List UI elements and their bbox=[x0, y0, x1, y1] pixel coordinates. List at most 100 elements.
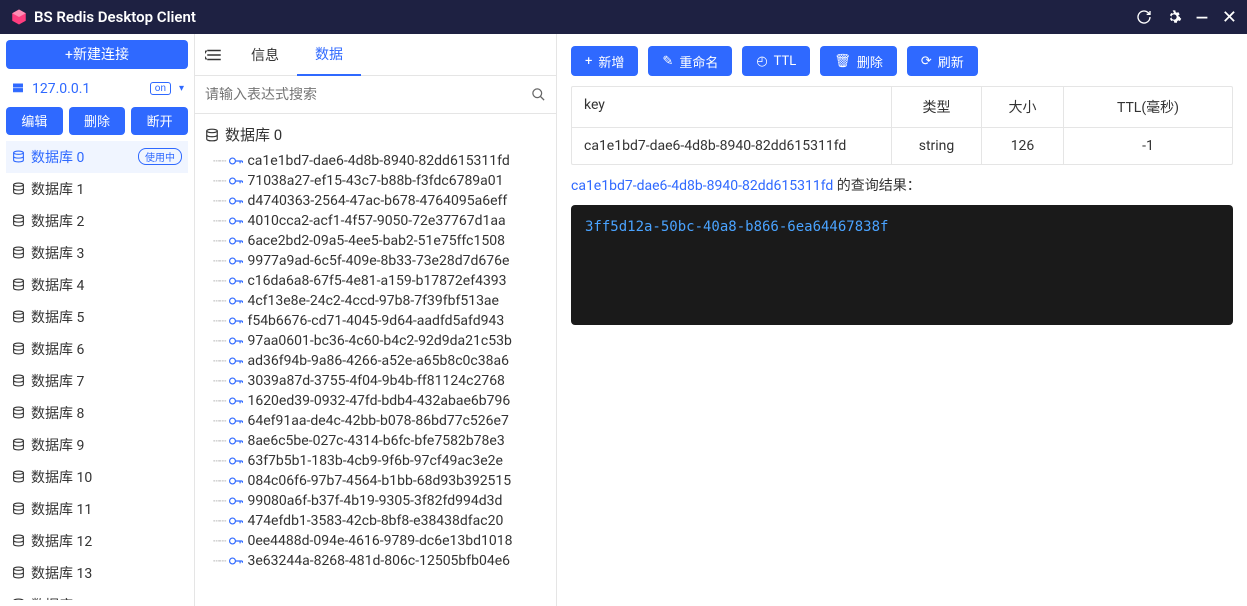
key-node[interactable]: ┄┄4010cca2-acf1-4f57-9050-72e37767d1aa bbox=[213, 211, 550, 231]
tree-connector: ┄┄ bbox=[213, 454, 225, 468]
refresh-icon[interactable] bbox=[1136, 9, 1152, 25]
sidebar-item-db-0[interactable]: 数据库 0使用中 bbox=[6, 141, 188, 173]
db-label: 数据库 6 bbox=[31, 339, 84, 359]
tree-connector: ┄┄ bbox=[213, 214, 225, 228]
result-key-id: ca1e1bd7-dae6-4d8b-8940-82dd615311fd bbox=[571, 178, 833, 194]
minimize-icon[interactable]: — bbox=[1196, 8, 1208, 27]
collapse-sidebar-icon[interactable] bbox=[195, 48, 233, 62]
refresh-icon: ⟳ bbox=[921, 54, 932, 69]
key-node[interactable]: ┄┄ 63f7b5b1-183b-4cb9-9f6b-97cf49ac3e2e bbox=[213, 451, 550, 471]
ttl-button[interactable]: ◴TTL bbox=[742, 46, 810, 76]
col-ttl: TTL(毫秒) bbox=[1064, 87, 1232, 127]
key-node[interactable]: ┄┄1620ed39-0932-47fd-bdb4-432abae6b796 bbox=[213, 391, 550, 411]
table-header-row: key 类型 大小 TTL(毫秒) bbox=[572, 87, 1232, 127]
database-icon bbox=[12, 470, 25, 483]
sidebar-item-db-13[interactable]: 数据库 13 bbox=[6, 557, 188, 589]
key-label: 63f7b5b1-183b-4cb9-9f6b-97cf49ac3e2e bbox=[247, 453, 502, 469]
tree-connector: ┄┄ bbox=[213, 434, 225, 448]
delete-key-button[interactable]: 🗑删除 bbox=[820, 46, 897, 76]
key-icon bbox=[229, 176, 243, 186]
key-label: ca1e1bd7-dae6-4d8b-8940-82dd615311fd bbox=[247, 153, 509, 169]
close-icon[interactable]: ✕ bbox=[1222, 7, 1237, 28]
key-label: f54b6676-cd71-4045-9d64-aadfd5afd943 bbox=[247, 313, 504, 329]
sidebar-item-db-14[interactable]: 数据库 14 bbox=[6, 589, 188, 600]
db-label: 数据库 5 bbox=[31, 307, 84, 327]
tree-connector: ┄┄ bbox=[213, 294, 225, 308]
cell-size: 126 bbox=[982, 128, 1064, 164]
db-label: 数据库 10 bbox=[31, 467, 92, 487]
key-icon bbox=[229, 416, 243, 426]
db-tree-header[interactable]: 数据库 0 bbox=[195, 114, 556, 151]
add-button[interactable]: +新增 bbox=[571, 46, 638, 76]
key-icon bbox=[229, 536, 243, 546]
key-node[interactable]: ┄┄97aa0601-bc36-4c60-b4c2-92d9da21c53b bbox=[213, 331, 550, 351]
tree-connector: ┄┄ bbox=[213, 234, 225, 248]
sidebar-item-db-3[interactable]: 数据库 3 bbox=[6, 237, 188, 269]
tree-connector: ┄┄ bbox=[213, 274, 225, 288]
key-node[interactable]: ┄┄3039a87d-3755-4f04-9b4b-ff81124c2768 bbox=[213, 371, 550, 391]
database-icon bbox=[12, 246, 25, 259]
tree-connector: ┄┄ bbox=[213, 254, 225, 268]
database-icon bbox=[205, 128, 219, 142]
tree-connector: ┄┄ bbox=[213, 554, 225, 568]
key-node[interactable]: ┄┄d4740363-2564-47ac-b678-4764095a6eff bbox=[213, 191, 550, 211]
key-node[interactable]: ┄┄3e63244a-8268-481d-806c-12505bfb04e6 bbox=[213, 551, 550, 571]
key-node[interactable]: ┄┄71038a27-ef15-43c7-b88b-f3fdc6789a01 bbox=[213, 171, 550, 191]
sidebar-item-db-9[interactable]: 数据库 9 bbox=[6, 429, 188, 461]
server-icon bbox=[10, 82, 26, 96]
new-connection-button[interactable]: +新建连接 bbox=[6, 40, 188, 69]
key-icon bbox=[229, 436, 243, 446]
key-node[interactable]: ┄┄ad36f94b-9a86-4266-a52e-a65b8c0c38a6 bbox=[213, 351, 550, 371]
key-icon bbox=[229, 256, 243, 266]
delete-button[interactable]: 删除 bbox=[69, 107, 126, 135]
sidebar-item-db-4[interactable]: 数据库 4 bbox=[6, 269, 188, 301]
database-icon bbox=[12, 310, 25, 323]
result-suffix: 的查询结果： bbox=[833, 178, 920, 194]
sidebar-item-db-11[interactable]: 数据库 11 bbox=[6, 493, 188, 525]
key-node[interactable]: ┄┄4cf13e8e-24c2-4ccd-97b8-7f39fbf513ae bbox=[213, 291, 550, 311]
sidebar-item-db-6[interactable]: 数据库 6 bbox=[6, 333, 188, 365]
key-label: 084c06f6-97b7-4564-b1bb-68d93b392515 bbox=[247, 473, 511, 489]
sidebar-item-db-2[interactable]: 数据库 2 bbox=[6, 205, 188, 237]
database-icon bbox=[12, 150, 25, 163]
key-node[interactable]: ┄┄c16da6a8-67f5-4e81-a159-b17872ef4393 bbox=[213, 271, 550, 291]
key-icon bbox=[229, 496, 243, 506]
sidebar-item-db-8[interactable]: 数据库 8 bbox=[6, 397, 188, 429]
plus-icon: + bbox=[585, 54, 592, 69]
edit-button[interactable]: 编辑 bbox=[6, 107, 63, 135]
key-icon bbox=[229, 196, 243, 206]
key-node[interactable]: ┄┄0ee4488d-094e-4616-9789-dc6e13bd1018 bbox=[213, 531, 550, 551]
key-label: d4740363-2564-47ac-b678-4764095a6eff bbox=[247, 193, 507, 209]
sidebar-item-db-1[interactable]: 数据库 1 bbox=[6, 173, 188, 205]
disconnect-button[interactable]: 断开 bbox=[131, 107, 188, 135]
refresh-button[interactable]: ⟳刷新 bbox=[907, 46, 978, 76]
connection-item[interactable]: 127.0.0.1 on ▾ bbox=[6, 75, 188, 103]
database-icon bbox=[12, 374, 25, 387]
search-input[interactable] bbox=[205, 87, 531, 103]
key-node[interactable]: ┄┄084c06f6-97b7-4564-b1bb-68d93b392515 bbox=[213, 471, 550, 491]
tab-info[interactable]: 信息 bbox=[233, 34, 297, 76]
key-node[interactable]: ┄┄6ace2bd2-09a5-4ee5-bab2-51e75ffc1508 bbox=[213, 231, 550, 251]
tab-data[interactable]: 数据 bbox=[297, 34, 361, 76]
key-node[interactable]: ┄┄8ae6c5be-027c-4314-b6fc-bfe7582b78e3 bbox=[213, 431, 550, 451]
key-node[interactable]: ┄┄99080a6f-b37f-4b19-9305-3f82fd994d3d bbox=[213, 491, 550, 511]
key-label: 9977a9ad-6c5f-409e-8b33-73e28d7d676e bbox=[247, 253, 509, 269]
gear-icon[interactable] bbox=[1166, 9, 1182, 25]
key-node[interactable]: ┄┄f54b6676-cd71-4045-9d64-aadfd5afd943 bbox=[213, 311, 550, 331]
rename-button[interactable]: ✎重命名 bbox=[648, 46, 732, 76]
search-icon[interactable] bbox=[531, 87, 546, 102]
key-node[interactable]: ┄┄64ef91aa-de4c-42bb-b078-86bd77c526e7 bbox=[213, 411, 550, 431]
sidebar-item-db-7[interactable]: 数据库 7 bbox=[6, 365, 188, 397]
key-node[interactable]: ┄┄ca1e1bd7-dae6-4d8b-8940-82dd615311fd bbox=[213, 151, 550, 171]
sidebar-item-db-10[interactable]: 数据库 10 bbox=[6, 461, 188, 493]
app-title: BS Redis Desktop Client bbox=[34, 8, 196, 26]
db-tree-header-label: 数据库 0 bbox=[225, 124, 282, 145]
key-icon bbox=[229, 336, 243, 346]
key-node[interactable]: ┄┄ 9977a9ad-6c5f-409e-8b33-73e28d7d676e bbox=[213, 251, 550, 271]
tree-connector: ┄┄ bbox=[213, 494, 225, 508]
sidebar-item-db-5[interactable]: 数据库 5 bbox=[6, 301, 188, 333]
sidebar-item-db-12[interactable]: 数据库 12 bbox=[6, 525, 188, 557]
database-icon bbox=[12, 278, 25, 291]
key-node[interactable]: ┄┄474efdb1-3583-42cb-8bf8-e38438dfac20 bbox=[213, 511, 550, 531]
key-icon bbox=[229, 376, 243, 386]
